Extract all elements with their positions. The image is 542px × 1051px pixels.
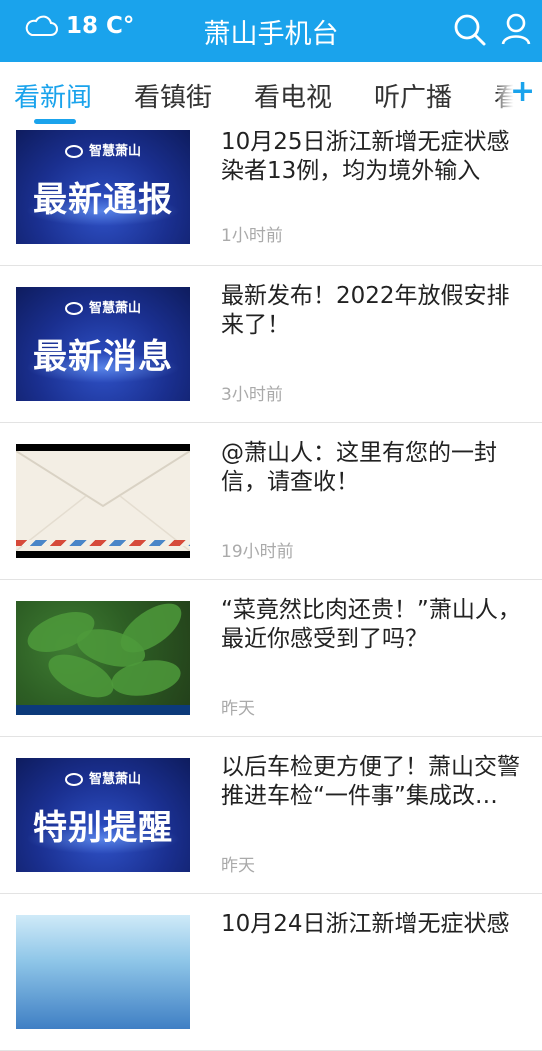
news-item[interactable]: 10月24日浙江新增无症状感 bbox=[0, 894, 542, 1051]
tab-news[interactable]: 看新闻 bbox=[14, 77, 92, 114]
thumb-caption: 最新通报 bbox=[33, 180, 173, 220]
news-list: 智慧萧山 最新通报 10月25日浙江新增无症状感染者13例，均为境外输入 1小时… bbox=[0, 124, 542, 1051]
news-time: 3小时前 bbox=[221, 385, 283, 405]
news-title: “菜竟然比肉还贵！”萧山人，最近你感受到了吗？ bbox=[221, 597, 521, 652]
news-time: 19小时前 bbox=[221, 542, 294, 562]
news-time: 昨天 bbox=[221, 856, 255, 876]
news-item[interactable]: 智慧萧山 最新消息 最新发布！2022年放假安排来了！ 3小时前 bbox=[0, 266, 542, 423]
news-title: 最新发布！2022年放假安排来了！ bbox=[221, 283, 510, 338]
news-thumbnail: 智慧萧山 最新通报 bbox=[16, 130, 190, 244]
news-thumbnail bbox=[16, 601, 190, 715]
news-title: 10月24日浙江新增无症状感 bbox=[221, 911, 510, 937]
brand-logo-icon bbox=[64, 773, 83, 786]
news-thumbnail: 智慧萧山 特别提醒 bbox=[16, 758, 190, 872]
news-title: 10月25日浙江新增无症状感染者13例，均为境外输入 bbox=[221, 129, 510, 184]
thumb-brand: 智慧萧山 bbox=[88, 144, 141, 159]
brand-logo-icon bbox=[64, 145, 83, 158]
news-item[interactable]: 智慧萧山 特别提醒 以后车检更方便了！萧山交警推进车检“一件事”集成改… 昨天 bbox=[0, 737, 542, 894]
add-channel-button[interactable]: + bbox=[510, 76, 535, 108]
user-icon bbox=[501, 13, 531, 45]
news-thumbnail bbox=[16, 915, 190, 1029]
news-title: 以后车检更方便了！萧山交警推进车检“一件事”集成改… bbox=[221, 754, 520, 809]
envelope-icon bbox=[16, 451, 190, 551]
tab-radio[interactable]: 听广播 bbox=[374, 77, 452, 114]
channel-tabs: 看新闻 看镇街 看电视 听广播 看 + bbox=[0, 62, 542, 124]
news-thumbnail bbox=[16, 444, 190, 558]
tab-tv[interactable]: 看电视 bbox=[254, 77, 332, 114]
brand-logo-icon bbox=[64, 302, 83, 315]
news-thumbnail: 智慧萧山 最新消息 bbox=[16, 287, 190, 401]
search-button[interactable] bbox=[452, 12, 488, 48]
thumb-brand: 智慧萧山 bbox=[88, 301, 141, 316]
top-bar: 18 C° 萧山手机台 bbox=[0, 0, 542, 62]
tab-towns[interactable]: 看镇街 bbox=[134, 77, 212, 114]
thumb-caption: 最新消息 bbox=[33, 337, 173, 377]
thumb-brand: 智慧萧山 bbox=[88, 772, 141, 787]
thumb-caption: 特别提醒 bbox=[33, 808, 173, 848]
news-item[interactable]: “菜竟然比肉还贵！”萧山人，最近你感受到了吗？ 昨天 bbox=[0, 580, 542, 737]
news-item[interactable]: 智慧萧山 最新通报 10月25日浙江新增无症状感染者13例，均为境外输入 1小时… bbox=[0, 124, 542, 266]
news-time: 昨天 bbox=[221, 699, 255, 719]
news-title: @萧山人：这里有您的一封信，请查收！ bbox=[221, 440, 497, 495]
video-caption-band bbox=[16, 705, 190, 715]
user-button[interactable] bbox=[498, 11, 534, 47]
airmail-stripe bbox=[16, 540, 190, 546]
search-icon bbox=[454, 14, 486, 46]
news-time: 1小时前 bbox=[221, 226, 283, 246]
news-item[interactable]: @萧山人：这里有您的一封信，请查收！ 19小时前 bbox=[0, 423, 542, 580]
